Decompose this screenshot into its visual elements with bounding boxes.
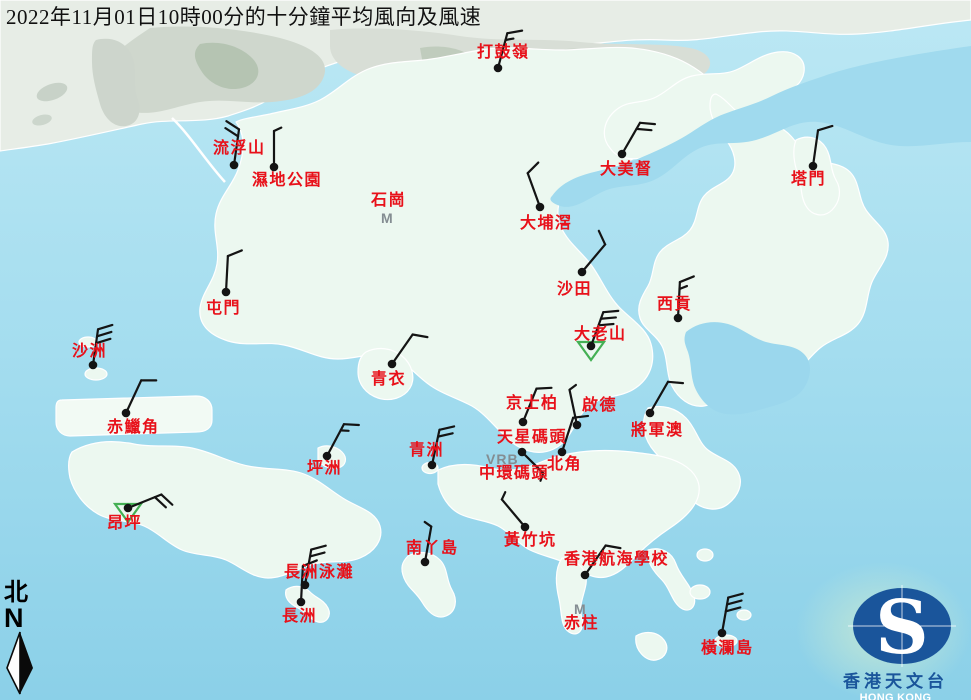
station-dot — [428, 461, 437, 470]
station-dot — [809, 162, 818, 171]
station-dot — [646, 409, 655, 418]
station-label: 流浮山 — [213, 141, 266, 157]
station-dot — [521, 523, 530, 532]
missing-data-marker: M — [381, 211, 394, 225]
barb-feather — [640, 123, 655, 124]
station-dot — [618, 150, 627, 159]
station-label: 將軍澳 — [631, 423, 684, 439]
station-dot — [536, 203, 545, 212]
station-dot — [89, 361, 98, 370]
station-dot — [230, 161, 239, 170]
station-dot — [421, 558, 430, 567]
station-label: 赤鱲角 — [107, 420, 160, 436]
barb-feather — [603, 311, 618, 312]
barb-feather — [637, 129, 652, 130]
station-label: 屯門 — [206, 301, 241, 317]
barb-feather — [601, 317, 616, 318]
hko-logo-name-en: HONG KONG OBSERVATORY — [820, 692, 971, 700]
station-dot — [674, 314, 683, 323]
barb-feather — [536, 388, 551, 389]
station-label: 大美督 — [600, 162, 653, 178]
station-label: 打鼓嶺 — [477, 45, 530, 61]
station-label: 昂坪 — [107, 516, 142, 532]
station-dot — [222, 288, 231, 297]
map-title: 2022年11月01日10時00分的十分鐘平均風向及風速 — [6, 1, 481, 31]
variable-wind-marker: VRB — [486, 452, 519, 466]
islet — [737, 610, 751, 620]
station-label: 西貢 — [657, 297, 692, 313]
station-dot — [124, 504, 133, 513]
barb-feather — [668, 382, 683, 383]
station-label: 大埔滘 — [520, 216, 573, 232]
station-dot — [297, 598, 306, 607]
svg-text:S: S — [875, 585, 928, 667]
barb-feather — [344, 424, 359, 425]
station-label: 青洲 — [409, 443, 444, 459]
compass-north-en: N — [4, 606, 38, 630]
station-label: 坪洲 — [307, 461, 342, 477]
station-label: 沙洲 — [72, 344, 107, 360]
station-label: 濕地公園 — [252, 173, 322, 189]
islet — [697, 549, 713, 561]
hko-logo-name-zh: 香港天文台 — [820, 672, 971, 692]
station-label: 橫瀾島 — [701, 641, 754, 657]
station-label: 赤柱 — [564, 616, 599, 632]
station-label: 香港航海學校 — [564, 552, 669, 568]
north-arrow-icon — [5, 631, 35, 695]
station-dot — [494, 64, 503, 73]
barb-feather — [506, 39, 514, 40]
station-dot — [581, 571, 590, 580]
station-label: 天星碼頭 — [497, 430, 567, 446]
station-label: 青衣 — [371, 372, 406, 388]
station-dot — [718, 629, 727, 638]
station-label: 啟德 — [582, 398, 617, 414]
wind-map: 2022年11月01日10時00分的十分鐘平均風向及風速 打鼓嶺流浮山濕地公園石… — [0, 0, 971, 700]
station-label: 京士柏 — [506, 396, 559, 412]
compass: 北 N — [4, 581, 38, 700]
hko-logo: S 香港天文台 HONG KONG OBSERVATORY — [820, 579, 971, 700]
station-dot — [323, 452, 332, 461]
station-dot — [519, 418, 528, 427]
station-label: 塔門 — [791, 172, 826, 188]
hko-logo-icon: S — [820, 579, 971, 667]
station-label: 中環碼頭 — [479, 466, 549, 482]
station-dot — [558, 448, 567, 457]
station-label: 南丫島 — [406, 541, 459, 557]
station-label: 大老山 — [574, 327, 627, 343]
station-label: 沙田 — [557, 282, 592, 298]
station-dot — [518, 448, 527, 457]
islet — [690, 585, 710, 599]
station-dot — [573, 421, 582, 430]
station-label: 長洲 — [282, 609, 317, 625]
missing-data-marker: M — [574, 602, 587, 616]
islet-sha-chau — [85, 368, 107, 380]
station-label: 黃竹坑 — [504, 533, 557, 549]
station-dot — [388, 360, 397, 369]
station-label: 長洲泳灘 — [284, 565, 354, 581]
station-label: 北角 — [547, 457, 582, 473]
station-dot — [122, 409, 131, 418]
station-dot — [270, 163, 279, 172]
station-label: 石崗 — [371, 193, 406, 209]
station-dot — [578, 268, 587, 277]
